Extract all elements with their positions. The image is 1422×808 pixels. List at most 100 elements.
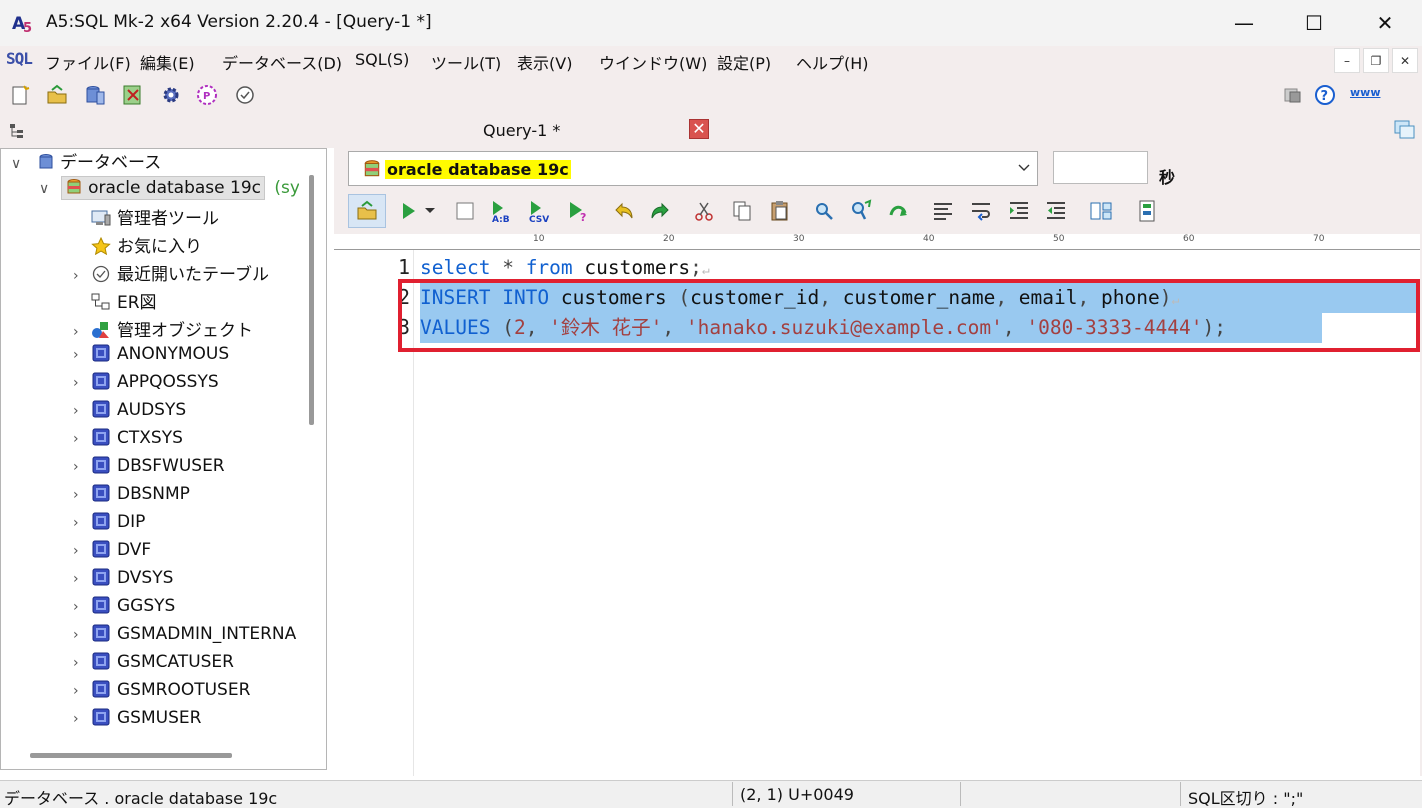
gear-icon[interactable] (160, 84, 182, 106)
redo-icon[interactable] (648, 199, 672, 223)
tree-item-label: DVSYS (117, 568, 174, 588)
tree-item[interactable]: › DBSNMP (73, 484, 190, 512)
tree-item[interactable]: › 管理オブジェクト (73, 316, 253, 344)
menu-edit[interactable]: 編集(E) (140, 50, 195, 74)
chevron-down-icon[interactable]: ∨ (11, 156, 21, 172)
chevron-right-icon[interactable]: › (73, 403, 91, 419)
word-wrap-icon[interactable] (969, 199, 993, 223)
run-ab-icon[interactable]: A:B (490, 199, 514, 223)
indent-icon[interactable] (1007, 199, 1031, 223)
maximize-button[interactable]: ☐ (1279, 0, 1349, 46)
chevron-right-icon[interactable]: › (73, 711, 91, 727)
tree-item[interactable]: 管理者ツール (73, 204, 219, 232)
tree-item[interactable]: › DVF (73, 540, 151, 568)
tree-item[interactable]: › APPQOSSYS (73, 372, 219, 400)
chevron-right-icon[interactable]: › (73, 543, 91, 559)
tree-item[interactable]: › DVSYS (73, 568, 173, 596)
tree-item[interactable]: › CTXSYS (73, 428, 183, 456)
oracle-database-icon (364, 160, 380, 177)
search-icon[interactable] (812, 199, 836, 223)
tree-item[interactable]: › GGSYS (73, 596, 175, 624)
outdent-icon[interactable] (1044, 199, 1068, 223)
chevron-right-icon[interactable]: › (73, 627, 91, 643)
seconds-label: 秒 (1159, 168, 1176, 187)
tree-horizontal-scrollbar[interactable] (30, 753, 232, 758)
undo-icon[interactable] (612, 199, 636, 223)
tree-item[interactable]: › 最近開いたテーブル (73, 260, 269, 288)
mdi-restore-button[interactable]: ❐ (1363, 48, 1389, 73)
cut-icon[interactable] (692, 199, 716, 223)
stop-icon[interactable] (453, 199, 477, 223)
timeout-input[interactable] (1053, 151, 1148, 184)
tree-root-label: データベース (60, 153, 162, 173)
tree-item-label: GSMROOTUSER (117, 680, 251, 700)
menu-view[interactable]: 表示(V) (517, 50, 572, 74)
chevron-right-icon[interactable]: › (73, 683, 91, 699)
search-replace-icon[interactable] (849, 199, 873, 223)
run-icon[interactable] (398, 199, 422, 223)
chevron-down-icon[interactable] (1017, 162, 1031, 174)
ruler-tick-label: 70 (1313, 234, 1325, 244)
new-window-icon[interactable] (1393, 119, 1417, 141)
chevron-right-icon[interactable]: › (73, 571, 91, 587)
chevron-right-icon[interactable]: › (73, 431, 91, 447)
open-file-icon[interactable] (46, 84, 68, 106)
menu-settings[interactable]: 設定(P) (717, 50, 771, 74)
chevron-down-icon[interactable] (424, 207, 436, 215)
menu-window[interactable]: ウインドウ(W) (599, 50, 707, 74)
tree-vertical-scrollbar[interactable] (309, 175, 314, 425)
menu-sql[interactable]: SQL(S) (355, 50, 409, 69)
mdi-minimize-button[interactable]: – (1334, 48, 1360, 73)
mdi-close-button[interactable]: ✕ (1392, 48, 1418, 73)
tree-item[interactable]: お気に入り (73, 232, 202, 260)
format-sql-icon[interactable] (931, 199, 955, 223)
database-icon[interactable] (84, 84, 106, 106)
copy-icon[interactable] (730, 199, 754, 223)
open-folder-icon[interactable] (355, 199, 379, 223)
tree-connection[interactable]: ∨ oracle database 19c (syst (39, 176, 299, 204)
window-tile-icon[interactable] (1282, 84, 1304, 106)
minimize-button[interactable]: — (1209, 0, 1279, 46)
tree-item[interactable]: › ANONYMOUS (73, 344, 229, 372)
tree-item[interactable]: › DIP (73, 512, 145, 540)
tree-view-toggle-icon[interactable] (8, 122, 26, 140)
run-csv-icon[interactable]: CSV (528, 199, 552, 223)
tree-root-database[interactable]: ∨ データベース (11, 148, 161, 176)
chevron-right-icon[interactable]: › (73, 375, 91, 391)
chevron-right-icon[interactable]: › (73, 268, 91, 284)
chevron-right-icon[interactable]: › (73, 347, 91, 363)
connection-node[interactable]: oracle database 19c (60, 176, 266, 200)
tree-item[interactable]: › GSMADMIN_INTERNA (73, 624, 296, 652)
menu-file[interactable]: ファイル(F) (45, 50, 131, 74)
explain-plan-icon[interactable]: ? (567, 199, 591, 223)
sql-template-icon[interactable] (1135, 199, 1159, 223)
chevron-right-icon[interactable]: › (73, 655, 91, 671)
chevron-right-icon[interactable]: › (73, 487, 91, 503)
tree-item[interactable]: › GSMCATUSER (73, 652, 234, 680)
www-icon[interactable]: www (1350, 86, 1381, 99)
tree-item-label: 最近開いたテーブル (117, 265, 269, 285)
tree-item[interactable]: › GSMUSER (73, 708, 201, 736)
tree-item[interactable]: ER図 (73, 288, 157, 316)
tree-item[interactable]: › DBSFWUSER (73, 456, 225, 484)
close-button[interactable]: ✕ (1350, 0, 1420, 46)
tree-item[interactable]: › GSMROOTUSER (73, 680, 250, 708)
menu-help[interactable]: ヘルプ(H) (796, 50, 869, 74)
menu-database[interactable]: データベース(D) (222, 50, 342, 74)
chevron-right-icon[interactable]: › (73, 459, 91, 475)
chevron-right-icon[interactable]: › (73, 515, 91, 531)
tree-item[interactable]: › AUDSYS (73, 400, 186, 428)
history-clock-icon[interactable] (234, 84, 256, 106)
menu-tools[interactable]: ツール(T) (431, 50, 501, 74)
new-query-icon[interactable] (9, 84, 31, 106)
chevron-right-icon[interactable]: › (73, 599, 91, 615)
help-icon[interactable]: ? (1314, 84, 1336, 106)
paste-icon[interactable] (768, 199, 792, 223)
query-builder-icon[interactable] (1089, 199, 1113, 223)
tab-close-icon[interactable]: ✕ (689, 119, 709, 139)
jump-icon[interactable] (887, 199, 911, 223)
plugin-icon[interactable]: P (196, 84, 218, 106)
chevron-down-icon[interactable]: ∨ (39, 181, 49, 197)
chevron-right-icon[interactable]: › (73, 324, 91, 340)
table-compare-icon[interactable] (122, 84, 144, 106)
